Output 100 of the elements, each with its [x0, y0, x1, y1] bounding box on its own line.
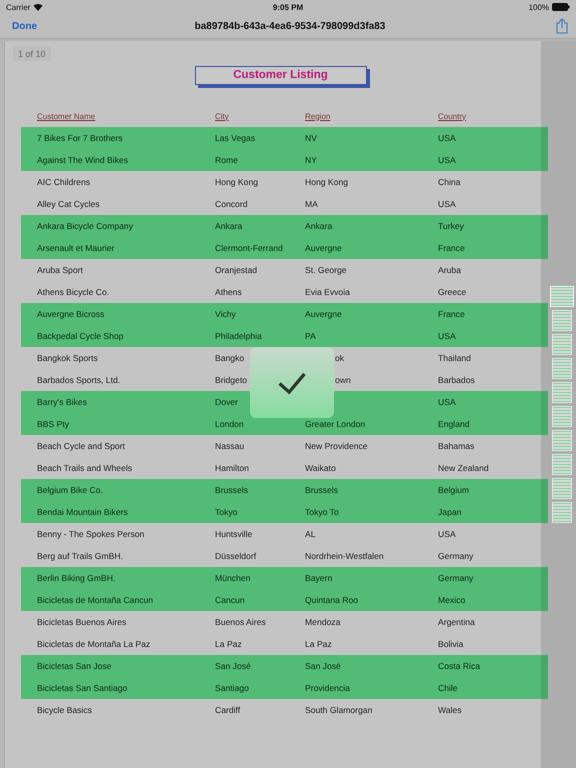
table-cell-text: Beach Trails and Wheels	[37, 463, 134, 473]
table-row[interactable]: Bicycle Basics Cardiff South Glamorgan Wales	[21, 699, 548, 721]
selected-row[interactable]: Berlin Biking GmBH. München Bayern Germany	[21, 567, 548, 589]
table-cell-text: Cardiff	[215, 705, 242, 715]
table-cell-text: Concord	[215, 199, 248, 209]
column-header: Customer Name	[37, 112, 96, 120]
table-cell-text: Providencia	[305, 683, 351, 693]
status-time: 9:05 PM	[272, 2, 304, 12]
table-cell-text: Brussels	[215, 485, 249, 495]
column-header: Country	[438, 112, 468, 120]
table-row[interactable]: Aruba Sport Oranjestad St. George Aruba	[21, 259, 548, 281]
table-cell-text: Athens Bicycle Co.	[37, 287, 110, 297]
table-cell-text: Vichy	[215, 309, 237, 319]
share-icon[interactable]	[556, 18, 568, 34]
table-row[interactable]: Athens Bicycle Co. Athens Evia Evvoia Greece	[21, 281, 548, 303]
table-cell-text: St. George	[305, 265, 348, 275]
table-cell-text: Hamilton	[215, 463, 250, 473]
selected-row[interactable]: Bicicletas San Santiago Santiago Providencia Chile	[21, 677, 548, 699]
table-cell-text: Hong Kong	[215, 177, 260, 187]
selected-row[interactable]: Bicicletas San Jose San José San José Costa Rica	[21, 655, 548, 677]
page-thumbnail[interactable]	[550, 286, 574, 307]
table-row[interactable]: Bicicletas Buenos Aires Buenos Aires Mendoza Argentina	[21, 611, 548, 633]
selected-row[interactable]: Belgium Bike Co. Brussels Brussels Belgium	[21, 479, 548, 501]
page-thumbnail[interactable]	[552, 478, 572, 499]
column-header: City	[215, 112, 230, 120]
battery-percent: 100%	[528, 2, 550, 12]
table-cell-text: USA	[438, 155, 457, 165]
table-cell-text: Berg auf Trails GmBH.	[37, 551, 124, 561]
page-thumbnail[interactable]	[552, 430, 572, 451]
page-thumbnail[interactable]	[552, 406, 572, 427]
selected-row[interactable]: Bendai Mountain Bikers Tokyo Tokyo To Japan	[21, 501, 548, 523]
table-row[interactable]: AIC Childrens Hong Kong Hong Kong China	[21, 171, 548, 193]
table-cell-text: Beach Cycle and Sport	[37, 441, 126, 451]
table-cell-text: Las Vegas	[215, 133, 256, 143]
table-cell-text: Barry's Bikes	[37, 397, 88, 407]
selected-row[interactable]: Against The Wind Bikes Rome NY USA	[21, 149, 548, 171]
column-header: Region	[305, 112, 332, 120]
table-cell-text: AIC Childrens	[37, 177, 92, 187]
selected-row[interactable]: BBS Pty London Greater London England	[21, 413, 548, 435]
table-cell-text: Germany	[438, 573, 474, 583]
page-thumbnail[interactable]	[552, 334, 572, 355]
page-thumbnail[interactable]	[552, 382, 572, 403]
table-row[interactable]: Barbados Sports, Ltd. Bridgeto own Barbados	[21, 369, 548, 391]
table-cell-text: Bayern	[305, 573, 334, 583]
selected-row[interactable]: Bicicletas de Montaña Cancun Cancun Quintana Roo Mexico	[21, 589, 548, 611]
table-cell-text: China	[438, 177, 462, 187]
table-cell-text: Chile	[438, 683, 459, 693]
table-row[interactable]: Beach Trails and Wheels Hamilton Waikato New Zealand	[21, 457, 548, 479]
table-cell-text: PA	[305, 331, 317, 341]
table-cell-text: Bangkok Sports	[37, 353, 99, 363]
table-cell-text: La Paz	[305, 639, 333, 649]
table-cell-text: Tokyo	[215, 507, 238, 517]
table-cell-text: USA	[438, 397, 457, 407]
battery-icon	[552, 3, 570, 11]
table-row[interactable]: Berg auf Trails GmBH. Düsseldorf Nordrhein-Westfalen Germany	[21, 545, 548, 567]
selected-row[interactable]: 7 Bikes For 7 Brothers Las Vegas NV USA	[21, 127, 548, 149]
table-cell-text: Ankara	[305, 221, 334, 231]
table-row[interactable]: Benny - The Spokes Person Huntsville AL USA	[21, 523, 548, 545]
table-cell-text: San José	[305, 661, 342, 671]
table-cell-text: USA	[438, 529, 457, 539]
table-cell-text: Oranjestad	[215, 265, 258, 275]
table-cell-text: NV	[305, 133, 318, 143]
table-cell-text: Bolivia	[438, 639, 464, 649]
table-cell-text: USA	[438, 199, 457, 209]
carrier-label: Carrier	[6, 2, 30, 12]
page-thumbnail[interactable]	[552, 454, 572, 475]
page-thumbnail[interactable]	[552, 502, 572, 523]
table-cell-text: Greece	[438, 287, 468, 297]
table-cell-text: Athens	[215, 287, 243, 297]
selected-row[interactable]: Arsenault et Maurier Clermont-Ferrand Auvergne France	[21, 237, 548, 259]
table-cell-text: San José	[215, 661, 252, 671]
table-cell-text: South Glamorgan	[305, 705, 374, 715]
selected-row[interactable]: Ankara Bicycle Company Ankara Ankara Turkey	[21, 215, 548, 237]
table-cell-text: own	[334, 375, 352, 385]
table-cell-text: Bangko	[215, 353, 246, 363]
table-cell-text: Evia Evvoia	[305, 287, 351, 297]
table-row[interactable]: Alley Cat Cycles Concord MA USA	[21, 193, 548, 215]
table-cell-text: Bicicletas San Santiago	[37, 683, 128, 693]
table-row[interactable]: Bicicletas de Montaña La Paz La Paz La Paz Bolivia	[21, 633, 548, 655]
table-cell-text: Clermont-Ferrand	[215, 243, 284, 253]
table-cell-text: Düsseldorf	[215, 551, 258, 561]
table-cell-text: Quintana Roo	[305, 595, 360, 605]
table-cell-text: ok	[334, 353, 346, 363]
table-cell-text: Benny - The Spokes Person	[37, 529, 146, 539]
table-cell-text: New Providence	[305, 441, 369, 451]
table-row[interactable]: Beach Cycle and Sport Nassau New Providence Bahamas	[21, 435, 548, 457]
table-cell-text: Backpedal Cycle Shop	[37, 331, 124, 341]
table-cell-text: Bendai Mountain Bikers	[37, 507, 129, 517]
selected-row[interactable]: Auvergne Bicross Vichy Auvergne France	[21, 303, 548, 325]
table-cell-text: Bicicletas San Jose	[37, 661, 113, 671]
table-cell-text: Belgium Bike Co.	[37, 485, 104, 495]
table-cell-text: Auvergne Bicross	[37, 309, 106, 319]
page-thumbnail[interactable]	[552, 310, 572, 331]
selected-row[interactable]: Backpedal Cycle Shop Philadelphia PA USA	[21, 325, 548, 347]
table-cell-text: Bicicletas Buenos Aires	[37, 617, 128, 627]
table-row[interactable]: Bangkok Sports Bangko ok Thailand	[21, 347, 548, 369]
table-cell-text: Barbados Sports, Ltd.	[37, 375, 122, 385]
page-thumbnail[interactable]	[552, 358, 572, 379]
table-cell-text: Rome	[215, 155, 239, 165]
window-title: ba89784b-643a-4ea6-9534-798099d3fa83	[194, 20, 386, 32]
